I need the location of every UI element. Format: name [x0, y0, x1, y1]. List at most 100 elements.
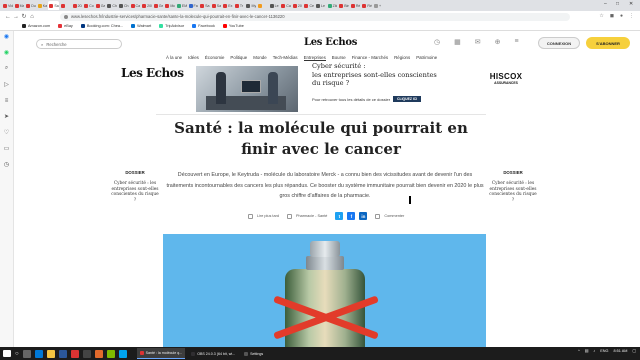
explorer-icon[interactable]: [46, 349, 55, 358]
menu-item[interactable]: À la une: [166, 55, 182, 61]
history-icon[interactable]: ◷: [434, 38, 440, 46]
word-icon[interactable]: [58, 349, 67, 358]
browser-tab[interactable]: Ge: [153, 1, 163, 10]
browser-tab[interactable]: Mc: [164, 1, 175, 10]
bookmark-item[interactable]: eBay: [58, 24, 73, 28]
browser-tab[interactable]: Kaf: [37, 1, 47, 10]
browser-tab[interactable]: Le: [269, 1, 280, 10]
app4-icon[interactable]: [118, 349, 127, 358]
video-icon[interactable]: ▷: [3, 81, 10, 88]
menu-item[interactable]: Bourse: [332, 55, 346, 61]
browser-tab[interactable]: Vidé: [2, 1, 13, 10]
taskbar-window-item[interactable]: OBS 24.0.3 (64 bit, wi...: [188, 348, 238, 359]
browser-tab[interactable]: Ca: [280, 1, 291, 10]
taskbar-window-item[interactable]: Santé : la molécule q...: [136, 348, 186, 359]
bookmark-item[interactable]: Walmart: [131, 24, 151, 28]
menu-item[interactable]: Patrimoine: [416, 55, 437, 61]
browser-tab[interactable]: Co: [83, 1, 94, 10]
chevron-up-icon[interactable]: ^: [578, 349, 580, 353]
app-icon[interactable]: [82, 349, 91, 358]
ad-image[interactable]: [196, 66, 298, 112]
browser-tab[interactable]: +: [373, 1, 384, 10]
browser-tab[interactable]: Ré: [350, 1, 360, 10]
menu-item[interactable]: Régions: [394, 55, 410, 61]
browser-tab[interactable]: [257, 1, 268, 10]
extensions-icon[interactable]: ◼: [610, 13, 614, 19]
search-icon[interactable]: ⌕: [3, 65, 10, 72]
bookmark-item[interactable]: Booking.com: Chea...: [80, 24, 123, 28]
bookmark-item[interactable]: TripAdvisor: [159, 24, 184, 28]
browser-tab[interactable]: Fa: [188, 1, 199, 10]
site-logo[interactable]: Les Echos: [304, 37, 357, 48]
menu-item[interactable]: Monde: [253, 55, 266, 61]
reload-icon[interactable]: ↻: [20, 13, 28, 20]
minimize-icon[interactable]: –: [604, 1, 607, 7]
browser-tab[interactable]: Sa: [199, 1, 210, 10]
browser-tab[interactable]: Duc: [25, 1, 36, 10]
site-search-input[interactable]: ⌕ Recherche: [36, 39, 122, 49]
network-icon[interactable]: ▤: [585, 348, 589, 353]
clock-icon[interactable]: ◷: [3, 161, 10, 168]
browser-tab[interactable]: [60, 1, 71, 10]
comment-link[interactable]: Commenter: [384, 214, 404, 218]
menu-item[interactable]: Politique: [230, 55, 247, 61]
category-link[interactable]: Pharmacie - Santé: [296, 214, 327, 218]
browser-tab[interactable]: Zik: [327, 1, 337, 10]
twitter-icon[interactable]: t: [335, 212, 344, 220]
browser-tab[interactable]: Ga: [95, 1, 105, 10]
subscribe-button[interactable]: S'ABONNER: [586, 37, 630, 49]
forward-icon[interactable]: →: [12, 14, 20, 20]
task-view-icon[interactable]: [22, 349, 31, 358]
profile-icon[interactable]: ●: [620, 13, 623, 19]
browser-tab[interactable]: Ce: [303, 1, 314, 10]
facebook-icon[interactable]: f: [347, 212, 356, 220]
send-icon[interactable]: ➤: [3, 113, 10, 120]
language-indicator[interactable]: ENG: [600, 349, 608, 353]
bookmark-item[interactable]: Amazon.com: [22, 24, 50, 28]
browser-tab[interactable]: Ma v: [14, 1, 24, 10]
browser-tab[interactable]: Le: [315, 1, 326, 10]
messenger-icon[interactable]: ◉: [3, 33, 10, 40]
menu-item[interactable]: Idées: [188, 55, 199, 61]
list-icon[interactable]: ≡: [3, 97, 10, 104]
browser-tab[interactable]: Ch: [106, 1, 117, 10]
ad-cta-button[interactable]: CLIQUEZ ICI: [393, 96, 422, 102]
browser-tab[interactable]: Tr: [234, 1, 245, 10]
globe-icon[interactable]: ⊕: [495, 38, 501, 46]
browser-tab[interactable]: 200: [292, 1, 302, 10]
sidebar-left-dossier[interactable]: DOSSIER Cyber sécurité : les entreprises…: [110, 170, 160, 203]
browser-tab[interactable]: Sa: [211, 1, 222, 10]
read-later-link[interactable]: Lire plus tard: [257, 214, 279, 218]
close-window-icon[interactable]: ✕: [629, 1, 633, 7]
browser-tab[interactable]: Bin: [338, 1, 349, 10]
search-taskbar-icon[interactable]: ○: [15, 351, 19, 357]
ad-brand-logo[interactable]: HISCOX ASSURANCES: [486, 72, 526, 85]
comment-icon[interactable]: [375, 213, 381, 219]
notification-icon[interactable]: ▢: [632, 348, 636, 353]
clock[interactable]: 8:51 AM: [613, 349, 627, 353]
browser-tab[interactable]: My: [245, 1, 256, 10]
ad-title[interactable]: Cyber sécurité : les entreprises sont-el…: [312, 62, 472, 88]
linkedin-icon[interactable]: in: [359, 212, 368, 220]
browser-tab[interactable]: EM: [176, 1, 187, 10]
app3-icon[interactable]: [106, 349, 115, 358]
connexion-button[interactable]: CONNEXION: [538, 37, 580, 49]
opera-icon[interactable]: [70, 349, 79, 358]
maximize-icon[interactable]: □: [616, 1, 619, 7]
back-icon[interactable]: ←: [4, 14, 12, 20]
sidebar-right-dossier[interactable]: DOSSIER Cyber sécurité : les entreprises…: [488, 170, 538, 203]
wallet-icon[interactable]: ▭: [3, 145, 10, 152]
menu-item[interactable]: Entreprises: [303, 55, 326, 61]
whatsapp-icon[interactable]: ◉: [3, 49, 10, 56]
menu-dots-icon[interactable]: ⋮: [629, 13, 634, 19]
grid-icon[interactable]: ▦: [454, 38, 461, 46]
start-icon[interactable]: [3, 350, 11, 357]
volume-icon[interactable]: ♪: [593, 349, 595, 353]
mail-icon[interactable]: ✉: [475, 38, 481, 46]
browser-tab[interactable]: Ex: [222, 1, 233, 10]
browser-tab[interactable]: 2022: [72, 1, 82, 10]
menu-item[interactable]: Finance - Marchés: [352, 55, 388, 61]
menu-icon[interactable]: ≡: [514, 38, 518, 46]
browser-tab[interactable]: Ré: [361, 1, 372, 10]
star-icon[interactable]: ☆: [599, 13, 603, 19]
